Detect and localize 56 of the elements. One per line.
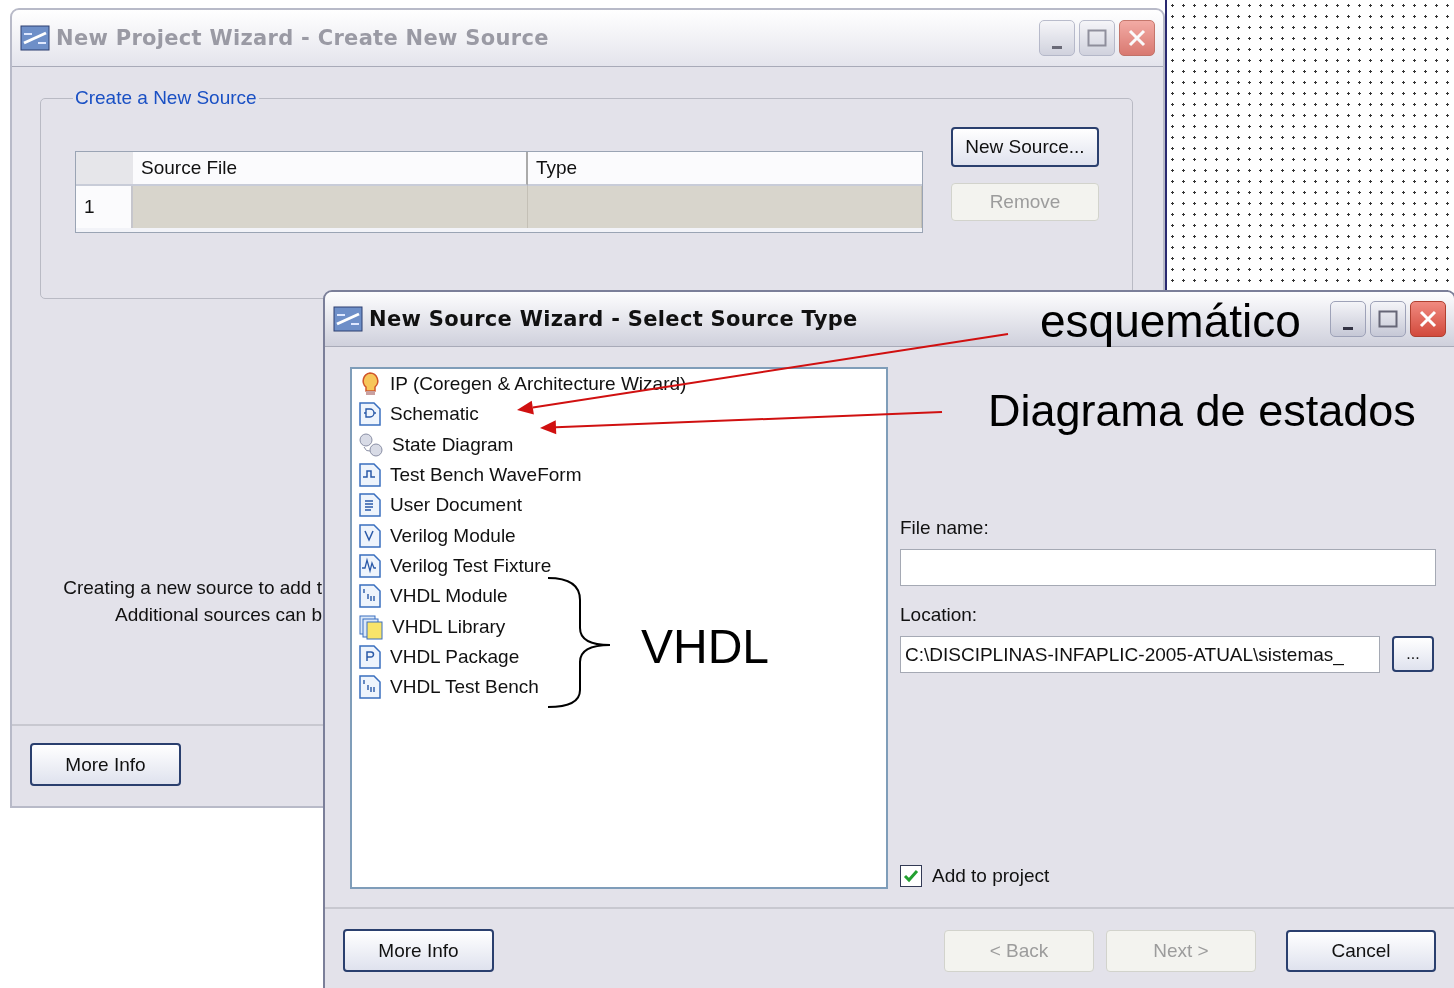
add-to-project-checkbox[interactable]: Add to project xyxy=(900,865,1438,887)
file-icon xyxy=(358,522,382,549)
file-icon xyxy=(358,674,382,701)
close-icon xyxy=(1127,28,1147,48)
list-item[interactable]: State Diagram xyxy=(358,429,514,460)
close-button[interactable] xyxy=(1119,20,1155,56)
annotation-text: VHDL xyxy=(641,623,770,671)
info-text: Additional sources can b xyxy=(114,603,322,627)
corner-cell xyxy=(76,152,133,186)
more-info-button[interactable]: More Info xyxy=(30,743,181,786)
check-icon xyxy=(903,869,919,883)
file-icon xyxy=(358,643,382,670)
list-item[interactable]: VHDL Module xyxy=(358,581,508,612)
list-item[interactable]: VHDL Package xyxy=(358,641,520,672)
file-name-field[interactable] xyxy=(900,549,1436,586)
list-item[interactable]: User Document xyxy=(358,490,522,521)
maximize-button[interactable] xyxy=(1370,301,1406,337)
field-label: Location: xyxy=(900,604,979,626)
dialog-button[interactable]: New Source... xyxy=(951,127,1099,167)
maximize-icon xyxy=(1087,29,1107,47)
maximize-icon xyxy=(1378,310,1398,328)
list-item[interactable]: Verilog Test Fixture xyxy=(358,550,552,582)
group-title: Create a New Source xyxy=(74,87,258,109)
list-item[interactable]: VHDL Library xyxy=(358,611,506,642)
minimize-button[interactable] xyxy=(1330,301,1366,337)
annotation-text: Diagrama de estados xyxy=(988,388,1416,433)
more-info-button[interactable]: More Info xyxy=(343,929,494,972)
wizard-button[interactable]: Cancel xyxy=(1286,929,1436,972)
list-item[interactable]: Test Bench WaveForm xyxy=(358,459,582,491)
window-title: New Source Wizard - Select Source Type xyxy=(369,307,858,331)
app-icon xyxy=(333,306,363,332)
location-field[interactable]: C:\DISCIPLINAS-INFAPLIC-2005-ATUAL\sistemas_ xyxy=(900,636,1380,673)
minimize-button[interactable] xyxy=(1039,20,1075,56)
app-icon xyxy=(20,25,50,51)
field-label: File name: xyxy=(900,517,990,539)
file-icon xyxy=(358,462,382,489)
stacked-files-icon xyxy=(358,613,384,640)
list-item[interactable]: Schematic xyxy=(358,399,479,430)
file-icon xyxy=(358,583,382,610)
close-icon xyxy=(1418,309,1438,329)
state-circles-icon xyxy=(358,431,384,458)
column-header: Source File xyxy=(133,152,528,186)
maximize-button[interactable] xyxy=(1079,20,1115,56)
browse-button[interactable]: ... xyxy=(1392,636,1434,672)
window-title: New Project Wizard - Create New Source xyxy=(56,26,549,50)
list-item[interactable]: Verilog Module xyxy=(358,520,516,551)
row-number: 1 xyxy=(76,186,133,228)
file-icon xyxy=(358,552,382,579)
minimize-icon xyxy=(1343,326,1353,330)
minimize-icon xyxy=(1052,45,1062,49)
info-text: Creating a new source to add t xyxy=(62,576,322,600)
file-icon xyxy=(358,401,382,428)
close-button[interactable] xyxy=(1410,301,1446,337)
column-header: Type xyxy=(528,152,922,186)
file-icon xyxy=(358,492,382,519)
list-item[interactable]: VHDL Test Bench xyxy=(358,671,539,703)
